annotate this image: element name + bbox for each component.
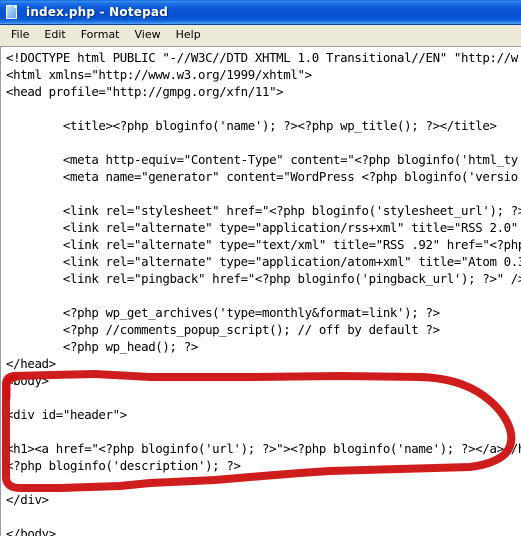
window-title: index.php - Notepad <box>26 5 168 19</box>
code-line: <link rel="stylesheet" href="<?php blogi… <box>6 203 521 218</box>
code-line: <html xmlns="http://www.w3.org/1999/xhtm… <box>6 67 312 82</box>
code-line: <div id="header"> <box>6 407 127 422</box>
code-line: <link rel="alternate" type="application/… <box>6 254 521 269</box>
code-line: </body> <box>6 526 56 536</box>
code-line: <?php wp_get_archives('type=monthly&form… <box>6 305 440 320</box>
code-line: <body> <box>6 373 49 388</box>
code-line: <link rel="alternate" type="text/xml" ti… <box>6 237 521 252</box>
editor-text-content[interactable]: <!DOCTYPE html PUBLIC "-//W3C//DTD XHTML… <box>1 47 521 536</box>
menu-bar: File Edit Format View Help <box>0 25 521 46</box>
menu-item-file[interactable]: File <box>4 27 37 44</box>
text-editor-area[interactable]: <!DOCTYPE html PUBLIC "-//W3C//DTD XHTML… <box>0 46 521 536</box>
menu-item-edit[interactable]: Edit <box>37 27 73 44</box>
code-line: <title><?php bloginfo('name'); ?><?php w… <box>6 118 497 133</box>
code-line: <head profile="http://gmpg.org/xfn/11"> <box>6 84 284 99</box>
code-line: <!DOCTYPE html PUBLIC "-//W3C//DTD XHTML… <box>6 50 518 65</box>
menu-item-help[interactable]: Help <box>169 27 209 44</box>
code-line: <link rel="pingback" href="<?php bloginf… <box>6 271 521 286</box>
menu-item-view[interactable]: View <box>128 27 169 44</box>
code-line: <?php wp_head(); ?> <box>6 339 198 354</box>
code-line: <link rel="alternate" type="application/… <box>6 220 521 235</box>
code-line: <meta http-equiv="Content-Type" content=… <box>6 152 518 167</box>
notepad-window: index.php - Notepad File Edit Format Vie… <box>0 0 521 536</box>
notepad-document-icon <box>4 4 20 20</box>
code-line: <?php bloginfo('description'); ?> <box>6 458 241 473</box>
code-line: <?php //comments_popup_script(); // off … <box>6 322 440 337</box>
code-line: <h1><a href="<?php bloginfo('url'); ?>">… <box>6 441 521 456</box>
code-line: </head> <box>6 356 56 371</box>
code-line: <meta name="generator" content="WordPres… <box>6 169 518 184</box>
menu-item-format[interactable]: Format <box>74 27 128 44</box>
code-line: </div> <box>6 492 49 507</box>
title-bar[interactable]: index.php - Notepad <box>0 0 521 25</box>
